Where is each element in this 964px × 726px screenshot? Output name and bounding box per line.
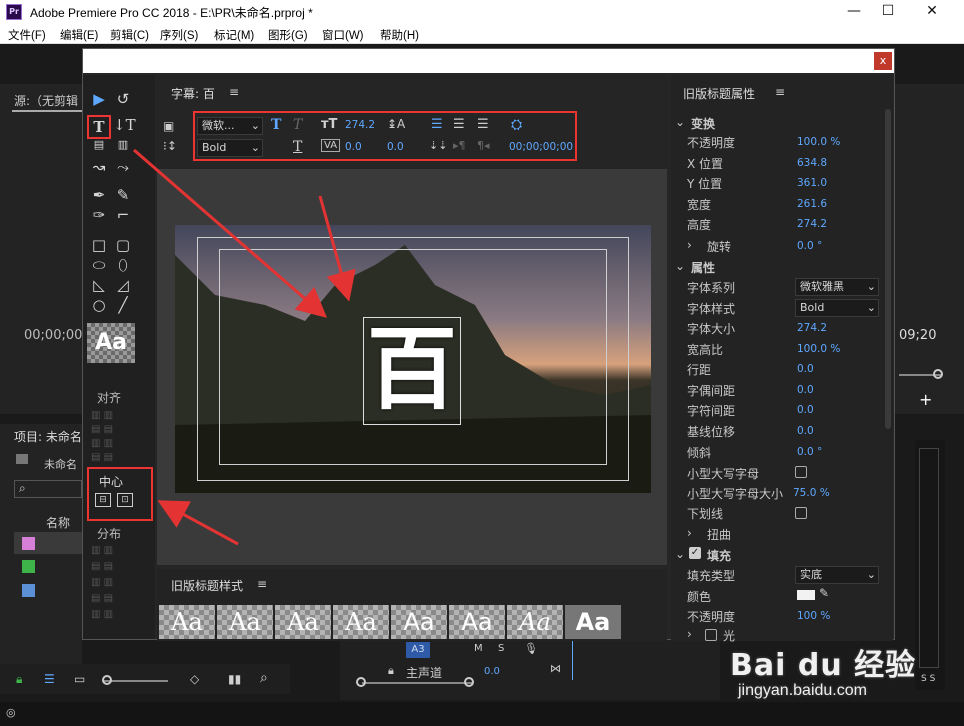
arrow-to-center-buttons — [157, 500, 239, 546]
annotation-arrows — [133, 148, 356, 546]
arrow-type-tool-to-text — [133, 148, 328, 318]
baidu-jingyan-watermark: Bai du 经验 jingyan.baidu.com — [730, 640, 950, 706]
baidu-logo: Bai du 经验 — [730, 648, 917, 683]
watermark-url: jingyan.baidu.com — [738, 682, 867, 699]
arrow-toolbar-to-text — [318, 195, 356, 302]
